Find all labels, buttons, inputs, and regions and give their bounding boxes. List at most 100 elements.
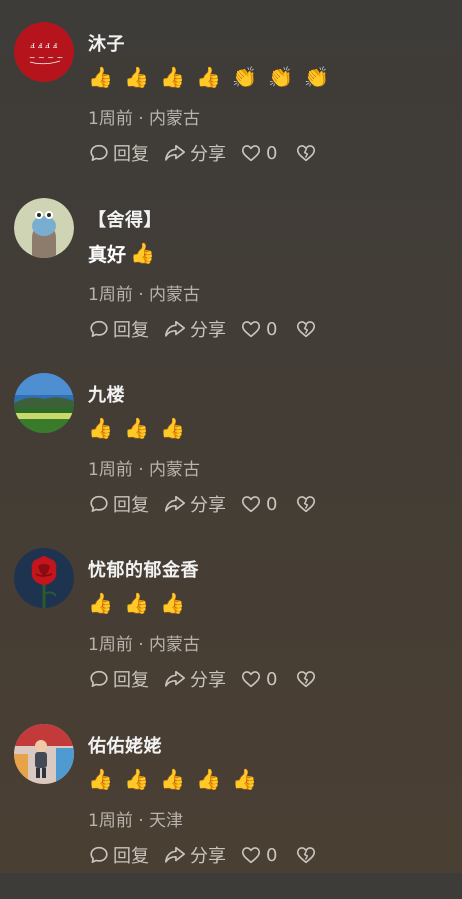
- comment-content: 👍 👍 👍: [88, 413, 196, 443]
- comment-meta: 1周前 · 内蒙古: [88, 635, 201, 655]
- share-label: 分享: [190, 670, 226, 691]
- comment-time: 1周前: [88, 109, 133, 129]
- broken-heart-icon: [297, 671, 316, 688]
- calligraphy-avatar-icon: ⅎ ⅎ ⅎ ⅎ ~ ~ ~ ~: [14, 22, 74, 82]
- reply-button[interactable]: 回复: [88, 491, 149, 517]
- comment-content: 真好 👍: [88, 238, 166, 268]
- thumbs-up-emoji: 👍: [124, 591, 149, 615]
- thumbs-up-emoji: 👍: [232, 767, 257, 791]
- comment-actions: 回复 分享 0: [88, 138, 334, 168]
- comment-meta: 1周前 · 内蒙古: [88, 109, 201, 129]
- reply-label: 回复: [113, 144, 149, 165]
- like-button[interactable]: 0: [240, 318, 277, 340]
- dislike-button[interactable]: [295, 844, 320, 866]
- avatar[interactable]: [14, 724, 74, 784]
- emoji-row: 👍 👍 👍: [88, 588, 196, 618]
- reply-label: 回复: [113, 320, 149, 341]
- comment-time: 1周前: [88, 635, 133, 655]
- share-arrow-icon: [165, 495, 185, 512]
- heart-icon: [241, 496, 261, 513]
- share-label: 分享: [190, 320, 226, 341]
- comment-location: 内蒙古: [149, 635, 201, 655]
- comment-time: 1周前: [88, 460, 133, 480]
- thumbs-up-emoji: 👍: [160, 416, 185, 440]
- comment-time: 1周前: [88, 811, 133, 831]
- like-button[interactable]: 0: [240, 844, 277, 866]
- comment-item: 九楼 👍 👍 👍 1周前 · 内蒙古 回复 分享 0: [0, 373, 462, 548]
- dislike-button[interactable]: [295, 142, 320, 164]
- share-button[interactable]: 分享: [163, 842, 226, 868]
- thumbs-up-emoji: 👍: [88, 416, 113, 440]
- comment-actions: 回复 分享 0: [88, 489, 334, 519]
- svg-text:~ ~ ~ ~: ~ ~ ~ ~: [29, 53, 63, 62]
- comment-content: 👍 👍 👍: [88, 588, 196, 618]
- thumbs-up-emoji: 👍: [88, 591, 113, 615]
- reply-label: 回复: [113, 670, 149, 691]
- reply-label: 回复: [113, 846, 149, 867]
- like-button[interactable]: 0: [240, 493, 277, 515]
- share-label: 分享: [190, 846, 226, 867]
- thumbs-up-emoji: 👍: [160, 65, 185, 89]
- share-button[interactable]: 分享: [163, 666, 226, 692]
- reply-label: 回复: [113, 495, 149, 516]
- dislike-button[interactable]: [295, 493, 320, 515]
- comment-actions: 回复 分享 0: [88, 840, 334, 870]
- username[interactable]: 沐子: [88, 30, 125, 56]
- thumbs-up-emoji: 👍: [196, 767, 221, 791]
- comment-actions: 回复 分享 0: [88, 664, 334, 694]
- share-arrow-icon: [165, 670, 185, 687]
- emoji-row: 👍: [130, 238, 166, 268]
- share-label: 分享: [190, 144, 226, 165]
- thumbs-up-emoji: 👍: [88, 65, 113, 89]
- emoji-row: 👍 👍 👍 👍 👍: [88, 764, 268, 794]
- comment-meta: 1周前 · 天津: [88, 811, 184, 831]
- avatar[interactable]: [14, 198, 74, 258]
- broken-heart-icon: [297, 496, 316, 513]
- dislike-button[interactable]: [295, 318, 320, 340]
- comment-time: 1周前: [88, 285, 133, 305]
- thumbs-up-emoji: 👍: [130, 241, 155, 265]
- svg-text:ⅎ ⅎ ⅎ ⅎ: ⅎ ⅎ ⅎ ⅎ: [30, 41, 57, 51]
- reply-button[interactable]: 回复: [88, 316, 149, 342]
- share-arrow-icon: [165, 320, 185, 337]
- username[interactable]: 九楼: [88, 381, 125, 407]
- broken-heart-icon: [297, 847, 316, 864]
- share-button[interactable]: 分享: [163, 491, 226, 517]
- comment-actions: 回复 分享 0: [88, 314, 334, 344]
- comment-item: 【舍得】 真好 👍 1周前 · 内蒙古 回复 分享 0: [0, 198, 462, 373]
- comment-item: ⅎ ⅎ ⅎ ⅎ ~ ~ ~ ~ 沐子 👍 👍 👍 👍 👏 👏 👏 1周前 · 内蒙古 回复 …: [0, 22, 462, 197]
- username[interactable]: 佑佑姥姥: [88, 732, 162, 758]
- clap-emoji: 👏: [304, 65, 329, 89]
- like-button[interactable]: 0: [240, 142, 277, 164]
- like-count: 0: [266, 493, 278, 515]
- comment-meta: 1周前 · 内蒙古: [88, 460, 201, 480]
- cartoon-avatar-icon: [14, 198, 74, 258]
- reply-button[interactable]: 回复: [88, 666, 149, 692]
- comment-location: 天津: [149, 811, 184, 831]
- reply-button[interactable]: 回复: [88, 140, 149, 166]
- comment-text: 真好: [88, 243, 127, 266]
- reply-button[interactable]: 回复: [88, 842, 149, 868]
- like-count: 0: [266, 318, 278, 340]
- avatar[interactable]: [14, 548, 74, 608]
- share-button[interactable]: 分享: [163, 316, 226, 342]
- comment-content: 👍 👍 👍 👍 👏 👏 👏: [88, 62, 340, 92]
- thumbs-up-emoji: 👍: [124, 416, 149, 440]
- dislike-button[interactable]: [295, 668, 320, 690]
- username[interactable]: 忧郁的郁金香: [88, 556, 199, 582]
- clap-emoji: 👏: [232, 65, 257, 89]
- username[interactable]: 【舍得】: [88, 206, 162, 232]
- like-button[interactable]: 0: [240, 668, 277, 690]
- reply-bubble-icon: [90, 144, 108, 161]
- share-label: 分享: [190, 495, 226, 516]
- comment-content: 👍 👍 👍 👍 👍: [88, 764, 268, 794]
- reply-bubble-icon: [90, 670, 108, 687]
- share-button[interactable]: 分享: [163, 140, 226, 166]
- thumbs-up-emoji: 👍: [124, 65, 149, 89]
- avatar[interactable]: ⅎ ⅎ ⅎ ⅎ ~ ~ ~ ~: [14, 22, 74, 82]
- reply-bubble-icon: [90, 495, 108, 512]
- reply-bubble-icon: [90, 846, 108, 863]
- avatar[interactable]: [14, 373, 74, 433]
- comment-location: 内蒙古: [149, 285, 201, 305]
- broken-heart-icon: [297, 321, 316, 338]
